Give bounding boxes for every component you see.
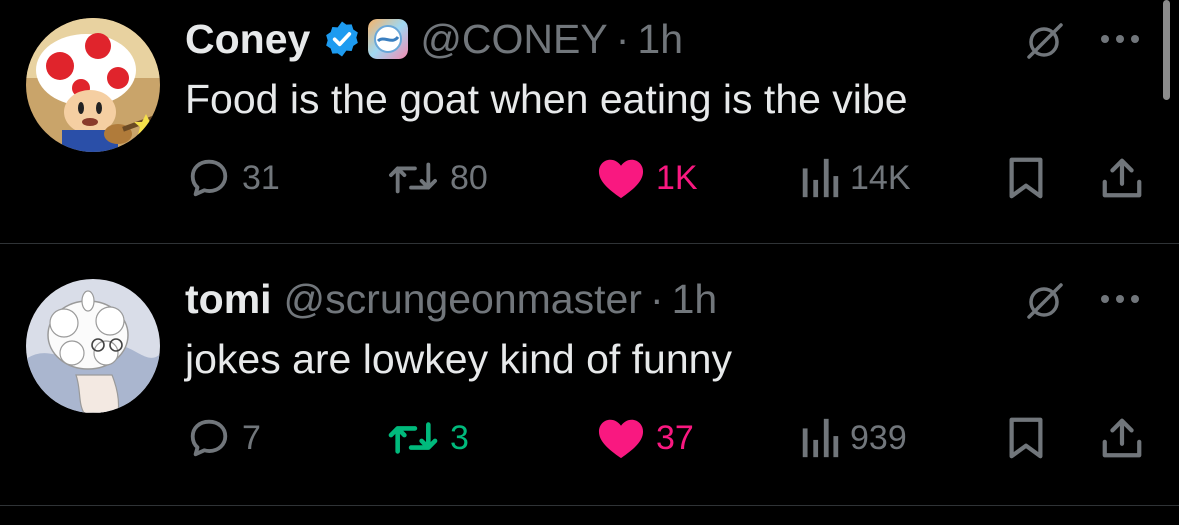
- bookmark-icon: [1009, 157, 1043, 199]
- like-count: 37: [656, 418, 694, 457]
- repost-count: 3: [450, 418, 469, 457]
- separator: ·: [615, 15, 630, 62]
- repost-icon: [388, 422, 438, 454]
- repost-icon: [389, 162, 437, 194]
- divider: [0, 505, 1179, 506]
- display-name[interactable]: Coney: [185, 16, 310, 63]
- share-button[interactable]: [1100, 408, 1144, 468]
- share-button[interactable]: [1100, 148, 1144, 208]
- more-icon[interactable]: [1095, 284, 1145, 314]
- verified-badge-icon: [322, 19, 362, 59]
- timestamp[interactable]: 1h: [672, 276, 718, 323]
- affiliate-badge-icon[interactable]: [368, 19, 409, 59]
- bookmark-button[interactable]: [1006, 148, 1046, 208]
- reply-icon: [190, 159, 228, 197]
- reply-button[interactable]: 31: [186, 148, 280, 208]
- grok-icon[interactable]: [1020, 16, 1070, 66]
- reply-button[interactable]: 7: [186, 408, 261, 468]
- tweet-header: Coney @CONEY · 1h: [185, 14, 683, 64]
- like-button[interactable]: 1K: [596, 148, 698, 208]
- views-button[interactable]: 14K: [800, 148, 911, 208]
- display-name[interactable]: tomi: [185, 276, 272, 323]
- views-count: 939: [850, 418, 907, 457]
- handle[interactable]: @scrungeonmaster: [284, 276, 642, 323]
- tweet-text: jokes are lowkey kind of funny: [185, 336, 732, 382]
- like-icon: [598, 159, 644, 199]
- bookmark-button[interactable]: [1006, 408, 1046, 468]
- repost-button[interactable]: 80: [386, 148, 488, 208]
- separator: ·: [649, 275, 664, 322]
- action-bar: 31 80 1K 14K: [0, 148, 1179, 208]
- like-icon: [598, 419, 644, 459]
- timeline: Coney @CONEY · 1h Food is the goat when …: [0, 0, 1179, 525]
- tweet[interactable]: Coney @CONEY · 1h Food is the goat when …: [0, 0, 1179, 243]
- reply-icon: [190, 419, 228, 457]
- repost-button[interactable]: 3: [386, 408, 469, 468]
- avatar[interactable]: [26, 279, 160, 413]
- action-bar: 7 3 37 939: [0, 408, 1179, 468]
- share-icon: [1102, 158, 1142, 198]
- handle[interactable]: @CONEY: [420, 16, 607, 63]
- timestamp[interactable]: 1h: [637, 16, 683, 63]
- like-button[interactable]: 37: [596, 408, 694, 468]
- repost-count: 80: [450, 158, 488, 197]
- bookmark-icon: [1009, 417, 1043, 459]
- views-button[interactable]: 939: [800, 408, 907, 468]
- tweet-header: tomi @scrungeonmaster · 1h: [185, 274, 717, 324]
- avatar[interactable]: [26, 18, 160, 152]
- more-icon[interactable]: [1095, 24, 1145, 54]
- grok-icon[interactable]: [1020, 276, 1070, 326]
- scrollbar[interactable]: [1163, 0, 1170, 100]
- like-count: 1K: [656, 158, 698, 197]
- tweet[interactable]: tomi @scrungeonmaster · 1h jokes are low…: [0, 244, 1179, 506]
- views-icon: [802, 158, 839, 198]
- reply-count: 31: [242, 158, 280, 197]
- views-count: 14K: [850, 158, 911, 197]
- views-icon: [802, 418, 839, 458]
- share-icon: [1102, 418, 1142, 458]
- reply-count: 7: [242, 418, 261, 457]
- tweet-text: Food is the goat when eating is the vibe: [185, 76, 908, 122]
